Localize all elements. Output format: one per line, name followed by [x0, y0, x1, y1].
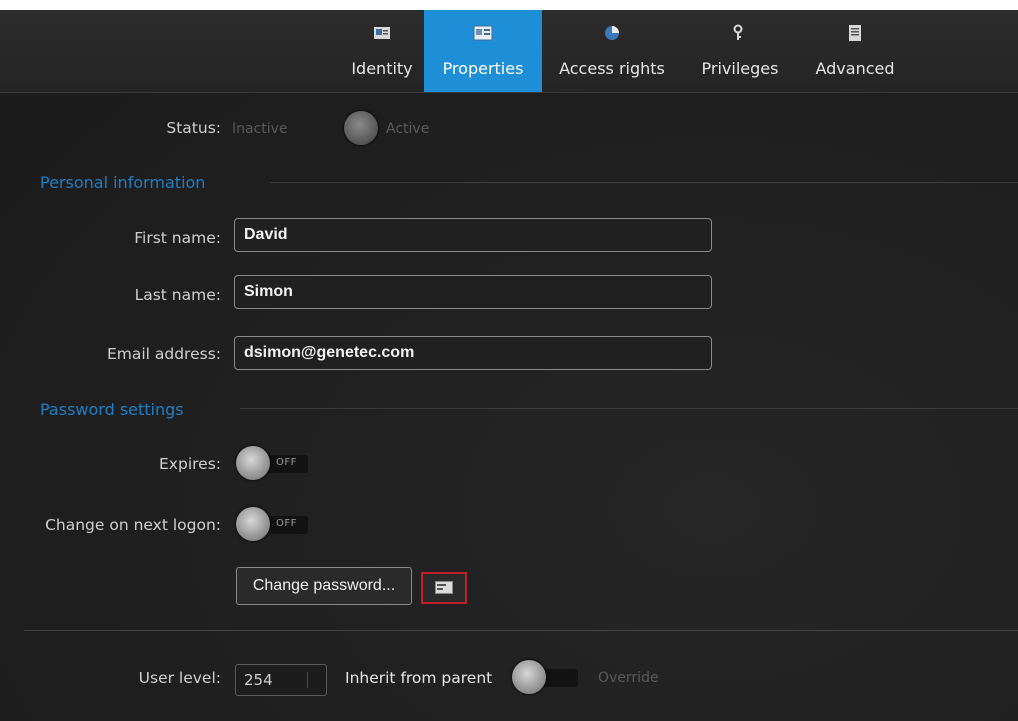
section-title-password-settings: Password settings: [40, 400, 184, 419]
properties-icon: [471, 21, 495, 45]
first-name-field[interactable]: David: [234, 218, 712, 252]
change-password-button[interactable]: Change password...: [236, 567, 412, 605]
change-on-next-logon-label: Change on next logon:: [45, 516, 221, 534]
user-level-value: 254: [244, 671, 273, 689]
email-label: Email address:: [106, 345, 221, 363]
toggle-knob: [344, 111, 378, 145]
tab-access-rights[interactable]: Access rights: [553, 10, 671, 92]
tab-properties[interactable]: Properties: [424, 10, 542, 92]
inherit-toggle[interactable]: [512, 660, 584, 694]
section-divider: [240, 408, 1018, 409]
tab-label: Privileges: [701, 59, 779, 78]
tab-identity[interactable]: Identity: [348, 10, 416, 92]
tab-label: Access rights: [559, 59, 665, 78]
toggle-state-text: OFF: [276, 457, 297, 468]
access-rights-icon: [600, 21, 624, 45]
tab-label: Properties: [442, 59, 524, 78]
privileges-key-icon: [728, 21, 752, 45]
inherit-from-parent-label: Inherit from parent: [345, 669, 493, 687]
change-on-next-logon-toggle[interactable]: OFF: [236, 507, 308, 541]
expires-label: Expires:: [159, 455, 221, 473]
status-label: Status:: [166, 119, 221, 137]
toggle-knob: [236, 446, 270, 480]
status-active-text: Active: [386, 121, 430, 137]
identity-card-icon: [370, 21, 394, 45]
user-level-label: User level:: [138, 669, 221, 687]
advanced-document-icon: [843, 21, 867, 45]
spin-arrows-icon[interactable]: [307, 672, 322, 688]
last-name-label: Last name:: [134, 286, 221, 304]
expires-toggle[interactable]: OFF: [236, 446, 308, 480]
email-field[interactable]: dsimon@genetec.com: [234, 336, 712, 370]
tab-privileges[interactable]: Privileges: [695, 10, 785, 92]
toggle-state-text: OFF: [276, 518, 297, 529]
override-label: Override: [598, 670, 659, 686]
status-inactive-text: Inactive: [232, 121, 288, 137]
copy-password-button[interactable]: [421, 572, 467, 604]
user-properties-window: Identity Properties Access rights Privil…: [0, 10, 1018, 721]
tab-advanced[interactable]: Advanced: [805, 10, 905, 92]
tab-label: Identity: [351, 59, 413, 78]
user-level-spinbox[interactable]: 254: [235, 664, 327, 696]
section-divider: [24, 630, 1018, 631]
password-card-icon: [435, 579, 453, 598]
section-title-personal-information: Personal information: [40, 173, 206, 192]
toggle-knob: [512, 660, 546, 694]
tab-label: Advanced: [815, 59, 895, 78]
toggle-knob: [236, 507, 270, 541]
last-name-field[interactable]: Simon: [234, 275, 712, 309]
section-divider: [270, 182, 1018, 183]
first-name-label: First name:: [134, 229, 221, 247]
tab-bar: Identity Properties Access rights Privil…: [0, 10, 1018, 93]
